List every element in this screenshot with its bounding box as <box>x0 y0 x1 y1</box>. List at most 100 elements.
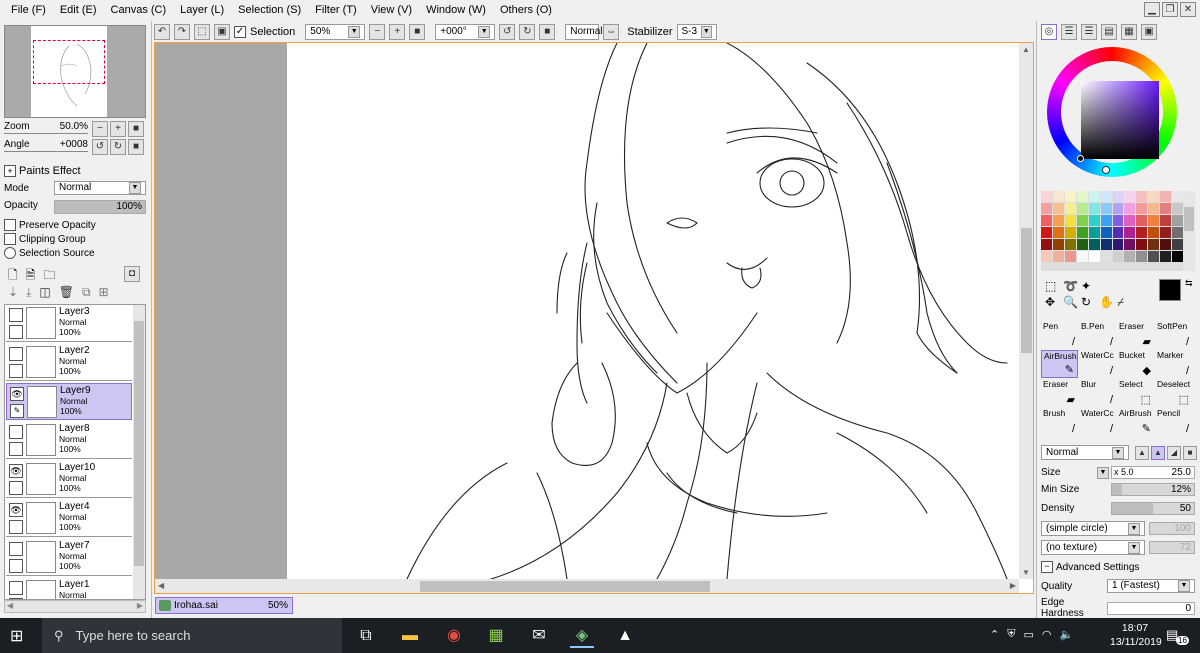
lock-toggle-icon[interactable] <box>9 559 23 573</box>
clipping-group-checkbox[interactable] <box>4 233 16 245</box>
color-swatch[interactable] <box>1100 251 1112 262</box>
canvas-vscrollbar-thumb[interactable] <box>1021 228 1032 353</box>
show-hidden-icons-icon[interactable]: ⌃ <box>990 628 999 641</box>
scratchpad-tab-icon[interactable]: ▣ <box>1141 24 1157 40</box>
canvas-hscrollbar[interactable]: ◀ ▶ <box>155 579 1019 593</box>
brush-shape-select[interactable]: (simple circle) ▼ <box>1041 521 1145 536</box>
swatch-scrollbar[interactable] <box>1183 191 1195 271</box>
zoom-in-icon[interactable]: + <box>389 23 406 40</box>
scroll-right-icon[interactable]: ▶ <box>137 601 143 610</box>
rgb-slider-tab-icon[interactable]: ☰ <box>1061 24 1077 40</box>
menu-item[interactable]: Others (O) <box>493 4 559 16</box>
color-swatch[interactable] <box>1088 203 1100 214</box>
color-swatch[interactable] <box>1112 203 1124 214</box>
opacity-slider[interactable]: 100% <box>54 200 146 214</box>
canvas-hscrollbar-thumb[interactable] <box>420 581 710 592</box>
color-swatch[interactable] <box>1160 239 1172 250</box>
menu-item[interactable]: Layer (L) <box>173 4 231 16</box>
color-swatch[interactable] <box>1136 227 1148 238</box>
layer-mask-icon[interactable]: ◘ <box>124 266 140 282</box>
lock-toggle-icon[interactable] <box>9 364 23 378</box>
windows-start-icon[interactable]: ⊞ <box>10 626 23 646</box>
color-swatch[interactable] <box>1124 191 1136 202</box>
color-swatch[interactable] <box>1172 191 1183 202</box>
hsv-slider-tab-icon[interactable]: ☰ <box>1081 24 1097 40</box>
marquee-icon[interactable]: ⬚ <box>1045 279 1061 293</box>
menu-item[interactable]: Filter (T) <box>308 4 364 16</box>
color-swatch[interactable] <box>1041 251 1052 262</box>
color-swatch[interactable] <box>1064 191 1076 202</box>
preserve-opacity-checkbox[interactable] <box>4 219 16 231</box>
color-swatch[interactable] <box>1124 215 1136 226</box>
clear-layer-icon[interactable]: ◫ <box>39 285 50 300</box>
color-swatch[interactable] <box>1148 203 1160 214</box>
preserve-opacity-row[interactable]: Preserve Opacity <box>4 219 96 231</box>
brush-tool[interactable]: SoftPen / <box>1155 321 1192 349</box>
merge-visible-icon[interactable]: ⊞ <box>99 285 109 300</box>
scroll-left-icon[interactable]: ◀ <box>7 601 13 610</box>
taskbar-search[interactable]: ⚲ Type here to search <box>42 618 342 653</box>
zoom-tool-icon[interactable]: 🔍 <box>1063 295 1079 310</box>
layer-row[interactable]: Layer7 Normal 100% <box>6 539 132 576</box>
zoom-reset-icon[interactable]: ■ <box>409 23 426 40</box>
store-icon[interactable]: ▦ <box>484 624 508 648</box>
color-swatch[interactable] <box>1076 215 1088 226</box>
chrome-icon[interactable]: ◉ <box>442 624 466 648</box>
color-swatch[interactable] <box>1100 191 1112 202</box>
color-swatch[interactable] <box>1112 227 1124 238</box>
restore-icon[interactable]: ❐ <box>1162 2 1178 17</box>
layer-row[interactable]: Layer3 Normal 100% <box>6 305 132 342</box>
visibility-toggle-icon[interactable] <box>9 347 23 361</box>
menu-item[interactable]: Canvas (C) <box>104 4 174 16</box>
color-swatch[interactable] <box>1148 227 1160 238</box>
brush-tool[interactable]: AirBrush ✎ <box>1117 408 1154 436</box>
brush-tool[interactable]: Deselect ⬚ <box>1155 379 1192 407</box>
chevron-down-icon[interactable]: ▼ <box>1097 466 1109 479</box>
color-swatch[interactable] <box>1076 227 1088 238</box>
color-swatch[interactable] <box>1172 215 1183 226</box>
transfer-down-icon[interactable]: ⇣ <box>8 285 18 300</box>
layer-row[interactable]: 👁 Layer10 Normal 100% <box>6 461 132 498</box>
brush-tool[interactable]: B.Pen / <box>1079 321 1116 349</box>
flat-shape-icon[interactable]: ■ <box>1183 445 1197 460</box>
rotate-tool-icon[interactable]: ↻ <box>1081 295 1097 310</box>
color-swatch[interactable] <box>1112 215 1124 226</box>
copy-layer-icon[interactable]: ⧉ <box>82 285 91 300</box>
move-icon[interactable]: ✥ <box>1045 295 1061 310</box>
brush-tool[interactable]: AirBrush ✎ <box>1041 350 1078 378</box>
minimize-icon[interactable]: ▁ <box>1144 2 1160 17</box>
scroll-left-icon[interactable]: ◀ <box>158 581 164 590</box>
color-swatch[interactable] <box>1124 239 1136 250</box>
color-swatch[interactable] <box>1041 227 1052 238</box>
round-shape-icon[interactable]: ◢ <box>1167 445 1181 460</box>
sv-handle-icon[interactable] <box>1077 155 1084 162</box>
visibility-toggle-icon[interactable]: 👁 <box>9 464 23 478</box>
hand-icon[interactable]: ✋ <box>1099 295 1115 310</box>
navigator-viewport[interactable] <box>33 40 105 84</box>
sharp-shape-icon[interactable]: ▲ <box>1135 445 1149 460</box>
color-mixer-tab-icon[interactable]: ▤ <box>1101 24 1117 40</box>
color-swatch[interactable] <box>1172 227 1183 238</box>
color-swatch[interactable] <box>1148 239 1160 250</box>
canvas-area[interactable]: ▲ ▼ ◀ ▶ <box>154 42 1034 594</box>
swatches-tab-icon[interactable]: ▦ <box>1121 24 1137 40</box>
color-swatch[interactable] <box>1124 227 1136 238</box>
visibility-toggle-icon[interactable]: 👁 <box>9 503 23 517</box>
density-slider[interactable]: 50 <box>1111 502 1195 515</box>
layer-scrollbar[interactable] <box>133 305 145 599</box>
color-swatch[interactable] <box>1136 239 1148 250</box>
color-swatch[interactable] <box>1124 251 1136 262</box>
zoom-out-icon[interactable]: − <box>92 121 108 137</box>
color-swatch[interactable] <box>1064 227 1076 238</box>
lasso-icon[interactable]: ➰ <box>1063 279 1079 293</box>
file-tab[interactable]: Irohaa.sai 50% <box>155 597 293 614</box>
mail-icon[interactable]: ✉ <box>527 624 551 648</box>
color-swatch[interactable] <box>1172 239 1183 250</box>
color-swatch[interactable] <box>1136 251 1148 262</box>
angle-slider[interactable] <box>4 151 88 152</box>
selection-source-radio[interactable] <box>4 247 16 259</box>
rotate-reset-icon[interactable]: ■ <box>539 23 556 40</box>
security-icon[interactable]: ⛨ <box>1007 628 1015 641</box>
color-swatch[interactable] <box>1076 251 1088 262</box>
color-swatch[interactable] <box>1088 227 1100 238</box>
